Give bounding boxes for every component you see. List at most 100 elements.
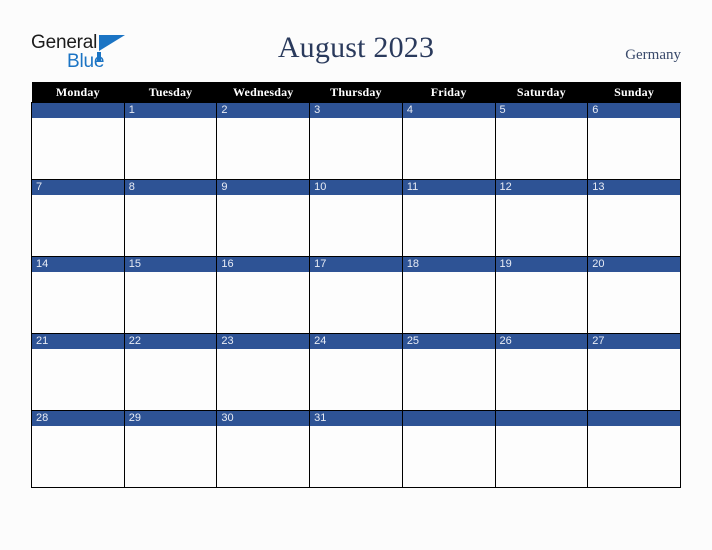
day-events-area[interactable]: [310, 118, 402, 179]
day-events-area[interactable]: [495, 272, 588, 333]
day-events-area[interactable]: [588, 349, 680, 410]
day-number: 27: [588, 334, 680, 349]
calendar-day-cell[interactable]: 13: [587, 179, 681, 257]
calendar-week-row: 21 22 23 24 25 26 27: [31, 333, 681, 411]
calendar-page: General Blue August 2023 Germany Monday …: [0, 0, 712, 550]
page-title: August 2023: [277, 31, 435, 64]
day-number: 7: [32, 180, 124, 195]
day-events-area[interactable]: [495, 426, 588, 487]
day-number: 14: [32, 257, 124, 272]
day-events-area[interactable]: [32, 349, 124, 410]
day-events-area[interactable]: [32, 195, 124, 256]
day-number: 17: [310, 257, 402, 272]
calendar-day-cell[interactable]: 30: [216, 410, 311, 488]
calendar-day-cell[interactable]: 27: [587, 333, 681, 411]
day-events-area[interactable]: [588, 195, 680, 256]
day-events-area[interactable]: [588, 118, 680, 179]
weekday-header-monday: Monday: [31, 82, 125, 103]
day-events-area[interactable]: [588, 272, 680, 333]
day-events-area[interactable]: [310, 426, 402, 487]
day-number: 21: [32, 334, 124, 349]
calendar-day-cell[interactable]: 4: [401, 102, 496, 180]
calendar-day-cell[interactable]: 18: [401, 256, 496, 334]
weekday-header-saturday: Saturday: [495, 82, 588, 103]
calendar-day-cell[interactable]: 20: [587, 256, 681, 334]
day-events-area[interactable]: [217, 272, 310, 333]
calendar-day-cell[interactable]: 17: [309, 256, 403, 334]
calendar-week-row: 1 2 3 4 5 6: [31, 102, 681, 180]
calendar-week-row: 7 8 9 10 11 12 13: [31, 179, 681, 257]
weekday-header-friday: Friday: [402, 82, 496, 103]
day-events-area[interactable]: [495, 118, 588, 179]
day-events-area[interactable]: [402, 195, 495, 256]
calendar-day-cell[interactable]: 16: [216, 256, 311, 334]
day-events-area[interactable]: [217, 118, 310, 179]
day-events-area[interactable]: [124, 118, 217, 179]
day-number: 5: [495, 103, 588, 118]
day-events-area[interactable]: [124, 195, 217, 256]
day-events-area[interactable]: [217, 349, 310, 410]
day-number: 6: [588, 103, 680, 118]
calendar-day-cell[interactable]: 6: [587, 102, 681, 180]
day-events-area[interactable]: [32, 118, 124, 179]
calendar-day-cell[interactable]: 19: [494, 256, 589, 334]
day-events-area[interactable]: [402, 349, 495, 410]
calendar-day-cell[interactable]: 28: [31, 410, 125, 488]
calendar-day-cell[interactable]: [587, 410, 681, 488]
day-events-area[interactable]: [32, 426, 124, 487]
calendar-day-cell[interactable]: 12: [494, 179, 589, 257]
calendar-day-cell[interactable]: 9: [216, 179, 311, 257]
day-number: 19: [495, 257, 588, 272]
day-number: 1: [124, 103, 217, 118]
day-events-area[interactable]: [402, 426, 495, 487]
calendar-day-cell[interactable]: 26: [494, 333, 589, 411]
calendar-day-cell[interactable]: [401, 410, 496, 488]
calendar-day-cell[interactable]: [31, 102, 125, 180]
calendar-day-cell[interactable]: 3: [309, 102, 403, 180]
day-number: [588, 411, 680, 426]
day-events-area[interactable]: [495, 195, 588, 256]
calendar-day-cell[interactable]: 25: [401, 333, 496, 411]
day-events-area[interactable]: [402, 272, 495, 333]
calendar-day-cell[interactable]: 21: [31, 333, 125, 411]
calendar-day-cell[interactable]: 23: [216, 333, 311, 411]
day-events-area[interactable]: [124, 349, 217, 410]
day-number: 20: [588, 257, 680, 272]
calendar-day-cell[interactable]: [494, 410, 589, 488]
day-events-area[interactable]: [217, 426, 310, 487]
calendar-day-cell[interactable]: 7: [31, 179, 125, 257]
day-events-area[interactable]: [495, 349, 588, 410]
page-header: General Blue August 2023 Germany: [0, 0, 712, 82]
day-events-area[interactable]: [310, 349, 402, 410]
day-events-area[interactable]: [124, 426, 217, 487]
calendar-day-cell[interactable]: 5: [494, 102, 589, 180]
day-events-area[interactable]: [310, 195, 402, 256]
calendar-day-cell[interactable]: 14: [31, 256, 125, 334]
calendar-day-cell[interactable]: 29: [123, 410, 218, 488]
weekday-header-wednesday: Wednesday: [216, 82, 310, 103]
day-number: 9: [217, 180, 310, 195]
calendar-day-cell[interactable]: 22: [123, 333, 218, 411]
day-events-area[interactable]: [310, 272, 402, 333]
calendar-day-cell[interactable]: 2: [216, 102, 311, 180]
day-number: 30: [217, 411, 310, 426]
day-events-area[interactable]: [32, 272, 124, 333]
day-events-area[interactable]: [217, 195, 310, 256]
day-number: 25: [402, 334, 495, 349]
calendar-day-cell[interactable]: 8: [123, 179, 218, 257]
day-number: 23: [217, 334, 310, 349]
calendar-week-row: 14 15 16 17 18 19 20: [31, 256, 681, 334]
day-number: 28: [32, 411, 124, 426]
weekday-header-tuesday: Tuesday: [124, 82, 217, 103]
day-events-area[interactable]: [124, 272, 217, 333]
calendar-day-cell[interactable]: 11: [401, 179, 496, 257]
day-number: [32, 103, 124, 118]
calendar-day-cell[interactable]: 31: [309, 410, 403, 488]
calendar-day-cell[interactable]: 10: [309, 179, 403, 257]
day-number: 15: [124, 257, 217, 272]
day-events-area[interactable]: [402, 118, 495, 179]
calendar-day-cell[interactable]: 1: [123, 102, 218, 180]
calendar-day-cell[interactable]: 24: [309, 333, 403, 411]
day-events-area[interactable]: [588, 426, 680, 487]
calendar-day-cell[interactable]: 15: [123, 256, 218, 334]
